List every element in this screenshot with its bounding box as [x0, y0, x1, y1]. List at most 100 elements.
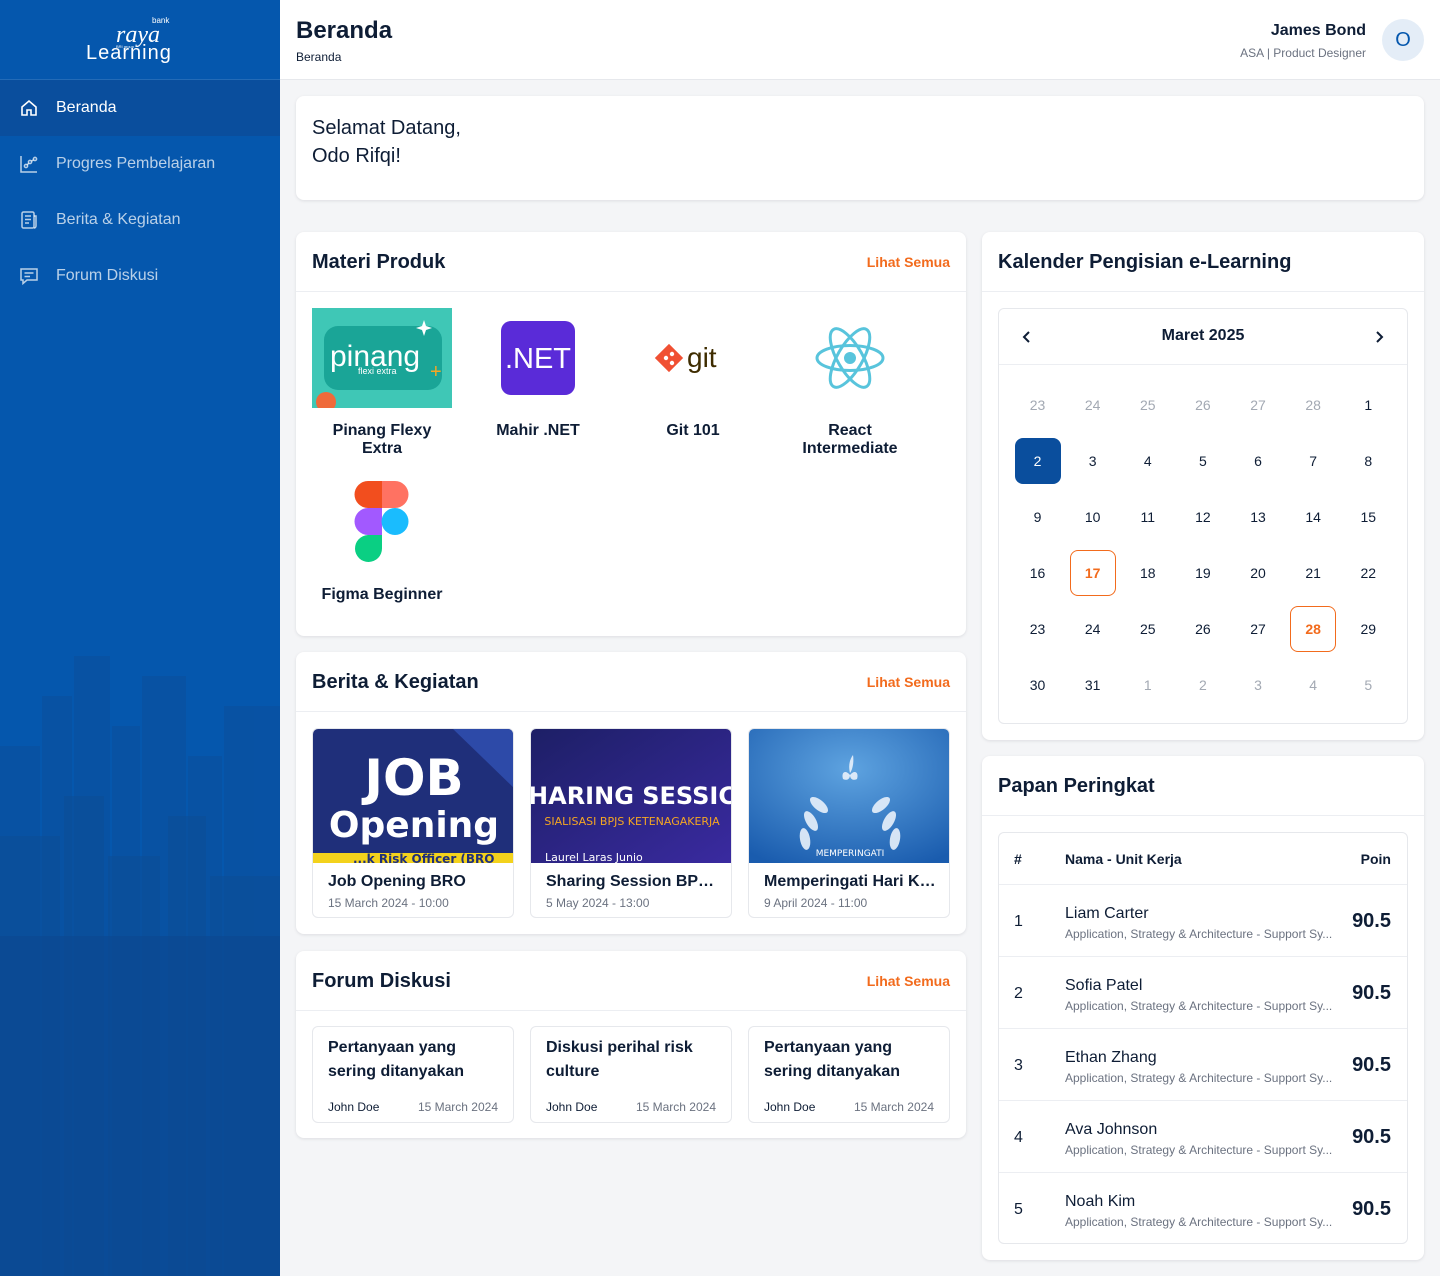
calendar-day[interactable]: 25	[1120, 377, 1175, 433]
calendar-day-number: 4	[1309, 677, 1318, 693]
calendar-day[interactable]: 14	[1286, 489, 1341, 545]
calendar-day[interactable]: 4	[1286, 657, 1341, 713]
thread-title: Pertanyaan yang sering ditanyakan	[328, 1039, 465, 1080]
calendar-grid: 23 24 25 26 27 28 1 2 3 4 5 6 7 8 9 10 11 12 13 14 15 16 17 18 1…	[1010, 377, 1396, 713]
calendar-day[interactable]: 1	[1120, 657, 1175, 713]
see-all-link[interactable]: Lihat Semua	[867, 973, 950, 989]
calendar-day[interactable]: 23	[1010, 377, 1065, 433]
see-all-link[interactable]: Lihat Semua	[867, 674, 950, 690]
calendar-day[interactable]: 22	[1341, 545, 1396, 601]
avatar[interactable]: O	[1382, 19, 1424, 61]
calendar-day[interactable]: 8	[1341, 433, 1396, 489]
table-row[interactable]: 3 Ethan Zhang Application, Strategy & Ar…	[999, 1029, 1407, 1101]
work-unit: Application, Strategy & Architecture - S…	[1065, 1071, 1333, 1085]
calendar-day[interactable]: 2	[1175, 657, 1230, 713]
app-logo[interactable]: bank raya BRI group Learning	[0, 0, 280, 80]
product-item[interactable]: pinang flexi extra + Pinang Flexy Extra	[312, 308, 452, 458]
calendar-day[interactable]: 7	[1286, 433, 1341, 489]
calendar-day[interactable]: 26	[1175, 377, 1230, 433]
table-row[interactable]: 4 Ava Johnson Application, Strategy & Ar…	[999, 1101, 1407, 1173]
forum-thread[interactable]: Pertanyaan yang sering ditanyakan John D…	[748, 1026, 950, 1123]
breadcrumb[interactable]: Beranda	[296, 50, 341, 64]
col-header-points: Poin	[1360, 851, 1391, 867]
product-item[interactable]: React Intermediate	[780, 308, 920, 458]
calendar-day[interactable]: 3	[1065, 433, 1120, 489]
calendar-day[interactable]: 2	[1010, 433, 1065, 489]
calendar-day[interactable]: 4	[1120, 433, 1175, 489]
calendar-day[interactable]: 31	[1065, 657, 1120, 713]
sidebar-item-beranda[interactable]: Beranda	[0, 80, 280, 136]
calendar-day-number: 22	[1360, 565, 1377, 581]
calendar-day[interactable]: 5	[1341, 657, 1396, 713]
table-row[interactable]: 5 Noah Kim Application, Strategy & Archi…	[999, 1173, 1407, 1243]
calendar-card: Kalender Pengisian e-Learning Maret 2025…	[982, 232, 1424, 740]
news-date: 9 April 2024 - 11:00	[764, 896, 868, 910]
forum-thread[interactable]: Pertanyaan yang sering ditanyakan John D…	[312, 1026, 514, 1123]
chevron-right-icon[interactable]	[1367, 325, 1391, 349]
calendar-day[interactable]: 27	[1231, 601, 1286, 657]
card-title: Kalender Pengisian e-Learning	[998, 251, 1292, 273]
calendar-day[interactable]: 6	[1231, 433, 1286, 489]
calendar-day[interactable]: 3	[1231, 657, 1286, 713]
see-all-link[interactable]: Lihat Semua	[867, 254, 950, 270]
calendar-day-number: 20	[1250, 565, 1266, 581]
product-label: Mahir .NET	[496, 422, 580, 439]
calendar-day[interactable]: 17	[1065, 545, 1120, 601]
calendar-day[interactable]: 19	[1175, 545, 1230, 601]
calendar-day[interactable]: 29	[1341, 601, 1396, 657]
calendar-day[interactable]: 28	[1286, 377, 1341, 433]
calendar-day[interactable]: 21	[1286, 545, 1341, 601]
sidebar-item-progres[interactable]: Progres Pembelajaran	[0, 136, 280, 192]
calendar-day[interactable]: 9	[1010, 489, 1065, 545]
news-item[interactable]: MEMPERINGATI Memperingati Hari Ke... 9 A…	[748, 728, 950, 918]
thread-title: Diskusi perihal risk culture	[546, 1039, 693, 1080]
calendar-day-number: 8	[1364, 453, 1373, 469]
calendar-day[interactable]: 24	[1065, 377, 1120, 433]
table-row[interactable]: 2 Sofia Patel Application, Strategy & Ar…	[999, 957, 1407, 1029]
calendar-day[interactable]: 15	[1341, 489, 1396, 545]
calendar-day-number: 27	[1250, 621, 1266, 637]
calendar-day[interactable]: 18	[1120, 545, 1175, 601]
calendar-day[interactable]: 13	[1231, 489, 1286, 545]
calendar-day[interactable]: 28	[1286, 601, 1341, 657]
calendar-nav: Maret 2025	[999, 309, 1407, 365]
calendar-day[interactable]: 5	[1175, 433, 1230, 489]
calendar-day-number: 25	[1140, 397, 1156, 413]
table-row[interactable]: 1 Liam Carter Application, Strategy & Ar…	[999, 885, 1407, 957]
calendar-day[interactable]: 30	[1010, 657, 1065, 713]
sidebar-item-label: Progres Pembelajaran	[56, 155, 216, 172]
calendar-day[interactable]: 20	[1231, 545, 1286, 601]
product-item[interactable]: git Git 101	[623, 308, 763, 440]
user-name: Sofia Patel	[1065, 977, 1143, 994]
product-item[interactable]: .NET Mahir .NET	[468, 308, 608, 440]
calendar-day[interactable]: 16	[1010, 545, 1065, 601]
points: 90.5	[1352, 1054, 1391, 1076]
forum-thread[interactable]: Diskusi perihal risk culture John Doe 15…	[530, 1026, 732, 1123]
calendar-day[interactable]: 24	[1065, 601, 1120, 657]
sidebar-item-berita[interactable]: Berita & Kegiatan	[0, 192, 280, 248]
sidebar-item-label: Beranda	[56, 99, 117, 116]
calendar: Maret 2025 23 24 25 26 27 28 1 2 3 4 5 6 7 8 9 10 11 12 13…	[998, 308, 1408, 724]
calendar-day[interactable]: 23	[1010, 601, 1065, 657]
calendar-day-number: 1	[1364, 397, 1373, 413]
news-date: 15 March 2024 - 10:00	[328, 896, 449, 910]
svg-text:flexi extra: flexi extra	[358, 366, 397, 376]
svg-text:...k Risk Officer (BRO: ...k Risk Officer (BRO	[353, 852, 495, 863]
calendar-day[interactable]: 1	[1341, 377, 1396, 433]
news-item[interactable]: HARING SESSIC SIALISASI BPJS KETENAGAKER…	[530, 728, 732, 918]
news-item[interactable]: JOB Opening ...k Risk Officer (BRO Job O…	[312, 728, 514, 918]
calendar-day[interactable]: 26	[1175, 601, 1230, 657]
svg-text:+: +	[430, 361, 442, 383]
svg-text:.NET: .NET	[505, 343, 571, 375]
calendar-day-number: 28	[1305, 397, 1321, 413]
sidebar-item-forum[interactable]: Forum Diskusi	[0, 248, 280, 304]
calendar-day[interactable]: 25	[1120, 601, 1175, 657]
calendar-day[interactable]: 10	[1065, 489, 1120, 545]
product-item[interactable]: Figma Beginner	[312, 472, 452, 604]
calendar-day[interactable]: 11	[1120, 489, 1175, 545]
thread-author: John Doe	[764, 1100, 816, 1114]
calendar-day-number: 3	[1254, 677, 1262, 693]
calendar-day[interactable]: 12	[1175, 489, 1230, 545]
points: 90.5	[1352, 910, 1391, 932]
calendar-day[interactable]: 27	[1231, 377, 1286, 433]
